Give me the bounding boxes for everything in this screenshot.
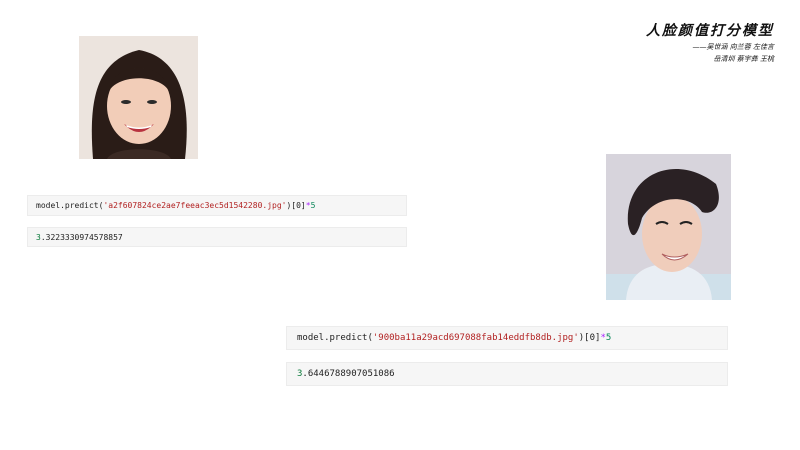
code-cell-1-index: )[0]: [286, 201, 306, 210]
code-cell-1-call: model.predict(: [36, 201, 104, 210]
code-cell-2-call: model.predict(: [297, 333, 373, 343]
face-photo-1: [79, 36, 198, 159]
output-cell-2: 3.6446788907051086: [286, 362, 728, 386]
face-photo-2: [606, 154, 731, 300]
credits-line-1: ——吴世涵 向兰蓉 左佳言: [692, 43, 774, 51]
code-cell-2-index: )[0]: [578, 333, 601, 343]
slide-title: 人脸颜值打分模型: [646, 23, 774, 39]
output-cell-1: 3.3223330974578857: [27, 227, 407, 247]
title-block: 人脸颜值打分模型 ——吴世涵 向兰蓉 左佳言 岳清圳 蔡宇彝 王桃: [646, 20, 774, 64]
code-cell-2-multiplier: 5: [605, 333, 612, 343]
credits-line-2: 岳清圳 蔡宇彝 王桃: [713, 55, 774, 63]
output-cell-1-value: .3223330974578857: [40, 232, 123, 242]
code-cell-1-filename: 'a2f607824ce2ae7feeac3ec5d1542280.jpg': [103, 201, 287, 210]
output-cell-2-value: .6446788907051086: [302, 369, 395, 379]
code-cell-1[interactable]: model.predict('a2f607824ce2ae7feeac3ec5d…: [27, 195, 407, 216]
code-cell-1-multiplier: 5: [310, 201, 316, 210]
code-cell-2[interactable]: model.predict('900ba11a29acd697088fab14e…: [286, 326, 728, 350]
code-cell-2-filename: '900ba11a29acd697088fab14eddfb8db.jpg': [372, 333, 579, 343]
